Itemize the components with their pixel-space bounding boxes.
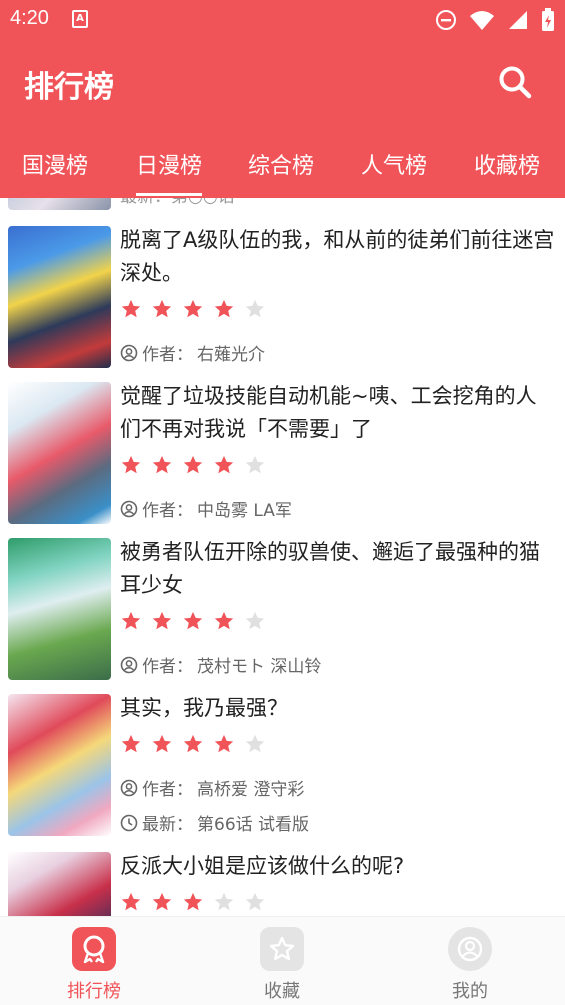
wifi-icon — [470, 11, 494, 30]
star-icon — [121, 892, 141, 911]
nav-ranking[interactable]: 排行榜 — [34, 927, 154, 1003]
nav-mine[interactable]: 我的 — [410, 927, 530, 1003]
star-icon — [121, 455, 141, 474]
status-time: 4:20 — [10, 7, 49, 29]
author-prefix: 作者： — [142, 501, 193, 521]
tab-renqi[interactable]: 人气榜 — [361, 148, 427, 180]
author-prefix: 作者： — [142, 780, 193, 800]
comic-cover — [8, 538, 111, 680]
author-line: 作者： 中岛雾 LA军 — [120, 496, 555, 521]
status-bar: 4:20 A — [0, 0, 565, 38]
star-icon — [214, 611, 234, 630]
list-item-partial[interactable]: 最新：第○○话 — [0, 198, 565, 210]
user-icon — [120, 500, 138, 517]
star-icon — [214, 892, 234, 911]
star-icon — [183, 455, 203, 474]
nav-label: 排行榜 — [67, 981, 121, 1002]
comic-title: 其实，我乃最强？ — [120, 696, 288, 720]
rating-stars — [120, 733, 555, 761]
author-name: 右薙光介 — [197, 345, 265, 365]
user-icon — [120, 344, 138, 361]
star-icon — [152, 299, 172, 318]
star-icon — [245, 611, 265, 630]
rating-stars — [120, 454, 555, 482]
signal-icon — [509, 11, 527, 29]
star-icon — [214, 734, 234, 753]
ranking-list[interactable]: 最新：第○○话 脱离了A级队伍的我，和从前的徒弟们前往迷宫深处。 作者： 右薙光… — [0, 198, 565, 916]
sim-icon: A — [72, 10, 88, 28]
author-line: 作者： 茂村モト 深山铃 — [120, 652, 555, 677]
comic-cover — [8, 852, 111, 916]
latest-chapter: 第66话 试看版 — [197, 815, 310, 835]
list-item[interactable]: 觉醒了垃圾技能自动机能~咦、工会挖角的人们不再对我说「不需要」了 作者： 中岛雾… — [0, 378, 565, 528]
comic-cover — [8, 226, 111, 368]
star-icon — [152, 455, 172, 474]
star-icon — [121, 299, 141, 318]
clock-icon — [120, 814, 138, 831]
app-bar: 排行榜 — [0, 38, 565, 126]
rating-stars — [120, 891, 555, 916]
star-icon — [214, 299, 234, 318]
rating-stars — [120, 298, 555, 326]
star-icon — [214, 455, 234, 474]
list-item[interactable]: 其实，我乃最强？ 作者： 高桥爱 澄守彩 最新： 第66话 试看版 — [0, 690, 565, 840]
tab-zonghe[interactable]: 综合榜 — [248, 148, 314, 180]
author-name: 高桥爱 澄守彩 — [197, 780, 305, 800]
author-prefix: 作者： — [142, 345, 193, 365]
author-name: 中岛雾 LA军 — [197, 501, 292, 521]
latest-chapter: 最新：第○○话 — [120, 198, 555, 207]
author-line: 作者： 右薙光介 — [120, 340, 555, 365]
star-icon — [245, 892, 265, 911]
bottom-nav: 排行榜 收藏 我的 — [0, 916, 565, 1005]
latest-line: 最新： 第66话 试看版 — [120, 810, 555, 835]
star-icon — [183, 892, 203, 911]
list-item[interactable]: 反派大小姐是应该做什么的呢? — [0, 848, 565, 916]
author-line: 作者： 高桥爱 澄守彩 — [120, 775, 555, 800]
author-prefix: 作者： — [142, 657, 193, 677]
star-icon — [152, 892, 172, 911]
nav-label: 我的 — [452, 981, 488, 1002]
star-icon — [121, 611, 141, 630]
page-title: 排行榜 — [24, 70, 114, 105]
search-icon[interactable] — [497, 64, 533, 100]
comic-title: 被勇者队伍开除的驭兽使、邂逅了最强种的猫耳少女 — [120, 540, 540, 597]
star-icon — [245, 299, 265, 318]
comic-cover — [8, 198, 111, 210]
user-icon — [120, 779, 138, 796]
user-icon — [448, 927, 492, 971]
comic-title: 脱离了A级队伍的我，和从前的徒弟们前往迷宫深处。 — [120, 228, 555, 285]
tab-guoman[interactable]: 国漫榜 — [22, 148, 88, 180]
list-item[interactable]: 被勇者队伍开除的驭兽使、邂逅了最强种的猫耳少女 作者： 茂村モト 深山铃 — [0, 534, 565, 684]
battery-icon — [542, 8, 554, 31]
star-icon — [245, 455, 265, 474]
star-icon — [121, 734, 141, 753]
author-name: 茂村モト 深山铃 — [197, 657, 322, 677]
user-icon — [120, 656, 138, 673]
tab-riman[interactable]: 日漫榜 — [136, 148, 203, 196]
star-icon — [183, 734, 203, 753]
list-item[interactable]: 脱离了A级队伍的我，和从前的徒弟们前往迷宫深处。 作者： 右薙光介 — [0, 222, 565, 372]
nav-label: 收藏 — [264, 981, 300, 1002]
comic-title: 觉醒了垃圾技能自动机能~咦、工会挖角的人们不再对我说「不需要」了 — [120, 384, 537, 441]
comic-title: 反派大小姐是应该做什么的呢? — [120, 854, 405, 878]
do-not-disturb-icon — [436, 10, 456, 30]
ranking-icon — [72, 927, 116, 971]
comic-cover — [8, 382, 111, 524]
rating-stars — [120, 610, 555, 638]
comic-cover — [8, 694, 111, 836]
star-icon — [152, 734, 172, 753]
nav-favorites[interactable]: 收藏 — [222, 927, 342, 1003]
star-icon — [183, 299, 203, 318]
star-icon — [260, 927, 304, 971]
star-icon — [152, 611, 172, 630]
latest-prefix: 最新： — [142, 815, 193, 835]
star-icon — [183, 611, 203, 630]
star-icon — [245, 734, 265, 753]
tab-shoucang[interactable]: 收藏榜 — [474, 148, 540, 180]
tab-bar: 国漫榜 日漫榜 综合榜 人气榜 收藏榜 — [0, 126, 565, 198]
